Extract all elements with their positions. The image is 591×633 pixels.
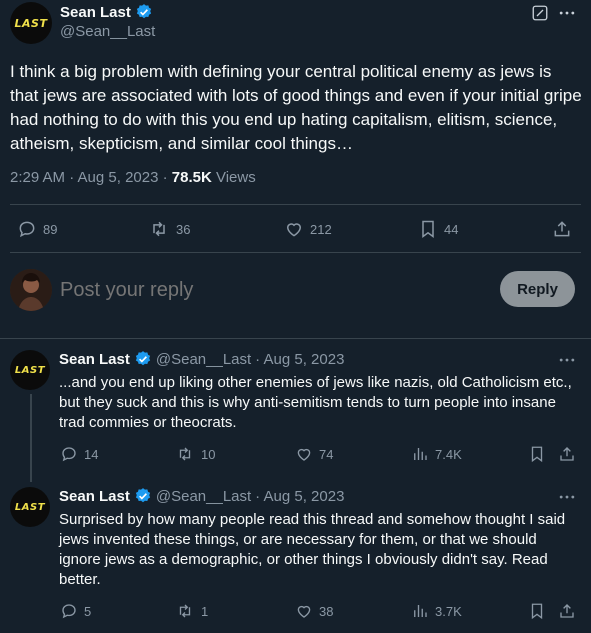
views-count: 7.4K bbox=[435, 446, 462, 462]
reply-count: 14 bbox=[84, 446, 99, 462]
bookmark-action[interactable]: 44 bbox=[418, 219, 458, 239]
reply-text: ...and you end up liking other enemies o… bbox=[59, 374, 572, 431]
reply-count: 5 bbox=[84, 603, 92, 619]
share-icon[interactable] bbox=[558, 445, 576, 463]
author-handle[interactable]: @Sean__Last bbox=[156, 351, 251, 368]
retweet-count: 10 bbox=[201, 446, 216, 462]
reply-date[interactable]: · Aug 5, 2023 bbox=[255, 488, 344, 505]
analytics-icon bbox=[411, 445, 429, 463]
reply-count: 89 bbox=[43, 221, 58, 237]
like-action[interactable]: 38 bbox=[295, 602, 333, 620]
like-action[interactable]: 212 bbox=[284, 219, 332, 239]
bookmark-icon[interactable] bbox=[528, 445, 546, 463]
thread-connector bbox=[30, 394, 32, 482]
like-count: 38 bbox=[319, 603, 334, 619]
like-count: 74 bbox=[319, 446, 334, 462]
views-action[interactable]: 7.4K bbox=[411, 445, 462, 463]
retweet-icon bbox=[175, 445, 195, 463]
heart-icon bbox=[295, 602, 313, 620]
avatar[interactable]: LAST bbox=[10, 350, 50, 390]
reply-icon bbox=[60, 445, 78, 463]
author-handle[interactable]: @Sean__Last bbox=[156, 488, 251, 505]
reply-button[interactable]: Reply bbox=[500, 271, 575, 307]
like-count: 212 bbox=[310, 221, 332, 237]
views-count: 3.7K bbox=[435, 603, 462, 619]
views-count: 78.5K bbox=[171, 169, 212, 186]
analytics-icon bbox=[411, 602, 429, 620]
user-avatar bbox=[10, 269, 52, 311]
reply-icon bbox=[60, 602, 78, 620]
heart-icon bbox=[295, 445, 313, 463]
reply-action[interactable]: 89 bbox=[17, 219, 57, 239]
retweet-icon bbox=[148, 219, 170, 239]
author-handle[interactable]: @Sean__Last bbox=[60, 23, 155, 40]
retweet-action[interactable]: 36 bbox=[148, 219, 190, 239]
verified-badge-icon bbox=[134, 487, 152, 505]
tweet-text: I think a big problem with defining your… bbox=[10, 62, 582, 153]
reply-text: Surprised by how many people read this t… bbox=[59, 511, 566, 588]
bookmark-count: 44 bbox=[444, 221, 459, 237]
author-name[interactable]: Sean Last bbox=[59, 351, 130, 368]
retweet-action[interactable]: 1 bbox=[175, 602, 208, 620]
heart-icon bbox=[284, 219, 304, 239]
avatar-logo-text: LAST bbox=[14, 364, 46, 376]
author-name-row: Sean Last bbox=[60, 3, 153, 21]
views-label: Views bbox=[211, 169, 256, 186]
more-options-icon[interactable] bbox=[557, 351, 577, 369]
avatar[interactable]: LAST bbox=[10, 2, 52, 44]
grok-icon[interactable] bbox=[531, 4, 549, 22]
retweet-action[interactable]: 10 bbox=[175, 445, 215, 463]
avatar-logo-text: LAST bbox=[14, 501, 46, 513]
reply-input[interactable] bbox=[60, 277, 480, 303]
author-name[interactable]: Sean Last bbox=[59, 488, 130, 505]
divider bbox=[10, 252, 581, 253]
reply-header: Sean Last @Sean__Last · Aug 5, 2023 bbox=[59, 487, 344, 505]
more-options-icon[interactable] bbox=[557, 4, 577, 22]
tweet-time[interactable]: 2:29 AM · Aug 5, 2023 · bbox=[10, 169, 172, 186]
reply-action[interactable]: 14 bbox=[60, 445, 98, 463]
reply-date[interactable]: · Aug 5, 2023 bbox=[255, 351, 344, 368]
reply-action[interactable]: 5 bbox=[60, 602, 91, 620]
views-action[interactable]: 3.7K bbox=[411, 602, 462, 620]
author-name[interactable]: Sean Last bbox=[60, 4, 131, 21]
share-icon[interactable] bbox=[552, 219, 572, 239]
avatar-logo-text: LAST bbox=[14, 16, 48, 30]
bookmark-icon bbox=[418, 219, 438, 239]
share-icon[interactable] bbox=[558, 602, 576, 620]
divider bbox=[0, 338, 591, 339]
reply-header: Sean Last @Sean__Last · Aug 5, 2023 bbox=[59, 350, 344, 368]
retweet-count: 36 bbox=[176, 221, 191, 237]
verified-badge-icon bbox=[134, 350, 152, 368]
retweet-count: 1 bbox=[201, 603, 209, 619]
verified-badge-icon bbox=[135, 3, 153, 21]
like-action[interactable]: 74 bbox=[295, 445, 333, 463]
retweet-icon bbox=[175, 602, 195, 620]
bookmark-icon[interactable] bbox=[528, 602, 546, 620]
avatar[interactable]: LAST bbox=[10, 487, 50, 527]
tweet-meta: 2:29 AM · Aug 5, 2023 · 78.5K Views bbox=[10, 169, 256, 186]
more-options-icon[interactable] bbox=[557, 488, 577, 506]
divider bbox=[10, 204, 581, 205]
reply-icon bbox=[17, 219, 37, 239]
